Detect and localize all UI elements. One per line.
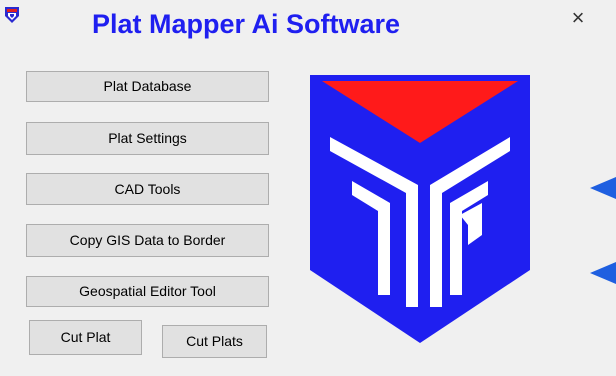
plat-settings-button[interactable]: Plat Settings [26, 122, 269, 155]
plat-database-button[interactable]: Plat Database [26, 71, 269, 102]
window-title: Plat Mapper Ai Software [92, 9, 401, 39]
plat-mapper-logo [310, 75, 530, 343]
cut-plats-button[interactable]: Cut Plats [162, 325, 267, 358]
arrow-left-icon [590, 177, 616, 199]
geospatial-editor-button[interactable]: Geospatial Editor Tool [26, 276, 269, 307]
cad-tools-button[interactable]: CAD Tools [26, 173, 269, 205]
close-button[interactable]: × [566, 4, 590, 32]
arrow-left-icon [590, 262, 616, 284]
app-shield-icon [5, 7, 19, 23]
title-bar: Plat Mapper Ai Software × [0, 0, 616, 50]
copy-gis-data-button[interactable]: Copy GIS Data to Border [26, 224, 269, 257]
cut-plat-button[interactable]: Cut Plat [29, 320, 142, 355]
